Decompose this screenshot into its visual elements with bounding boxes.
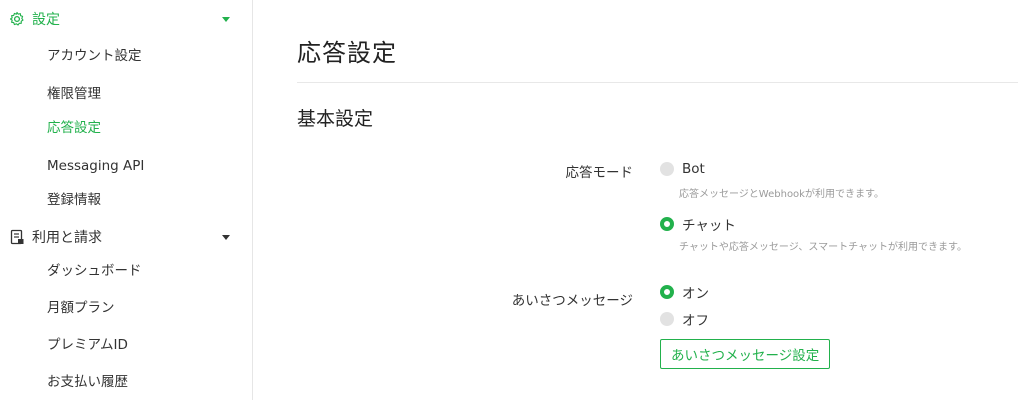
radio-option-bot[interactable]: Bot (660, 161, 705, 177)
response-mode-label: 応答モード (565, 165, 634, 181)
gear-icon (8, 10, 26, 28)
radio-selected-icon[interactable] (660, 285, 674, 299)
radio-option-on[interactable]: オン (660, 282, 709, 302)
sidebar-item-payment-history[interactable]: お支払い履歴 (47, 371, 128, 393)
chevron-down-icon[interactable] (222, 234, 230, 240)
sidebar-section-settings[interactable]: 設定 (8, 6, 244, 32)
sidebar-item-dashboard[interactable]: ダッシュボード (47, 260, 142, 282)
sidebar-item-monthly-plan[interactable]: 月額プラン (47, 297, 115, 319)
sidebar-item-registration-info[interactable]: 登録情報 (47, 189, 101, 211)
option-description: 応答メッセージとWebhookが利用できます。 (679, 189, 884, 200)
divider (297, 82, 1018, 83)
radio-label: オン (682, 286, 709, 302)
sidebar: 設定 アカウント設定 権限管理 応答設定 Messaging API 登録情報 … (0, 0, 253, 400)
radio-unselected-icon[interactable] (660, 162, 674, 176)
radio-label: Bot (682, 161, 705, 177)
greeting-message-label: あいさつメッセージ (511, 293, 633, 309)
radio-option-chat[interactable]: チャット (660, 214, 736, 234)
option-description: チャットや応答メッセージ、スマートチャットが利用できます。 (679, 242, 967, 253)
sidebar-item-permissions[interactable]: 権限管理 (47, 83, 101, 105)
radio-option-off[interactable]: オフ (660, 309, 709, 329)
sidebar-section-label: 設定 (32, 12, 60, 28)
billing-icon (8, 228, 26, 246)
radio-label: オフ (682, 313, 709, 329)
sidebar-item-premium-id[interactable]: プレミアムID (47, 334, 128, 356)
radio-unselected-icon[interactable] (660, 312, 674, 326)
radio-label: チャット (682, 218, 736, 234)
sidebar-item-response-settings[interactable]: 応答設定 (47, 117, 101, 139)
sidebar-item-account-settings[interactable]: アカウント設定 (47, 45, 142, 67)
greeting-message-settings-button[interactable]: あいさつメッセージ設定 (660, 339, 831, 369)
page-title: 応答設定 (297, 39, 397, 67)
chevron-down-icon[interactable] (222, 16, 230, 22)
section-title: 基本設定 (297, 108, 374, 130)
radio-selected-icon[interactable] (660, 217, 674, 231)
sidebar-section-billing[interactable]: 利用と請求 (8, 224, 244, 250)
sidebar-item-messaging-api[interactable]: Messaging API (47, 155, 144, 177)
sidebar-section-label: 利用と請求 (32, 230, 102, 246)
